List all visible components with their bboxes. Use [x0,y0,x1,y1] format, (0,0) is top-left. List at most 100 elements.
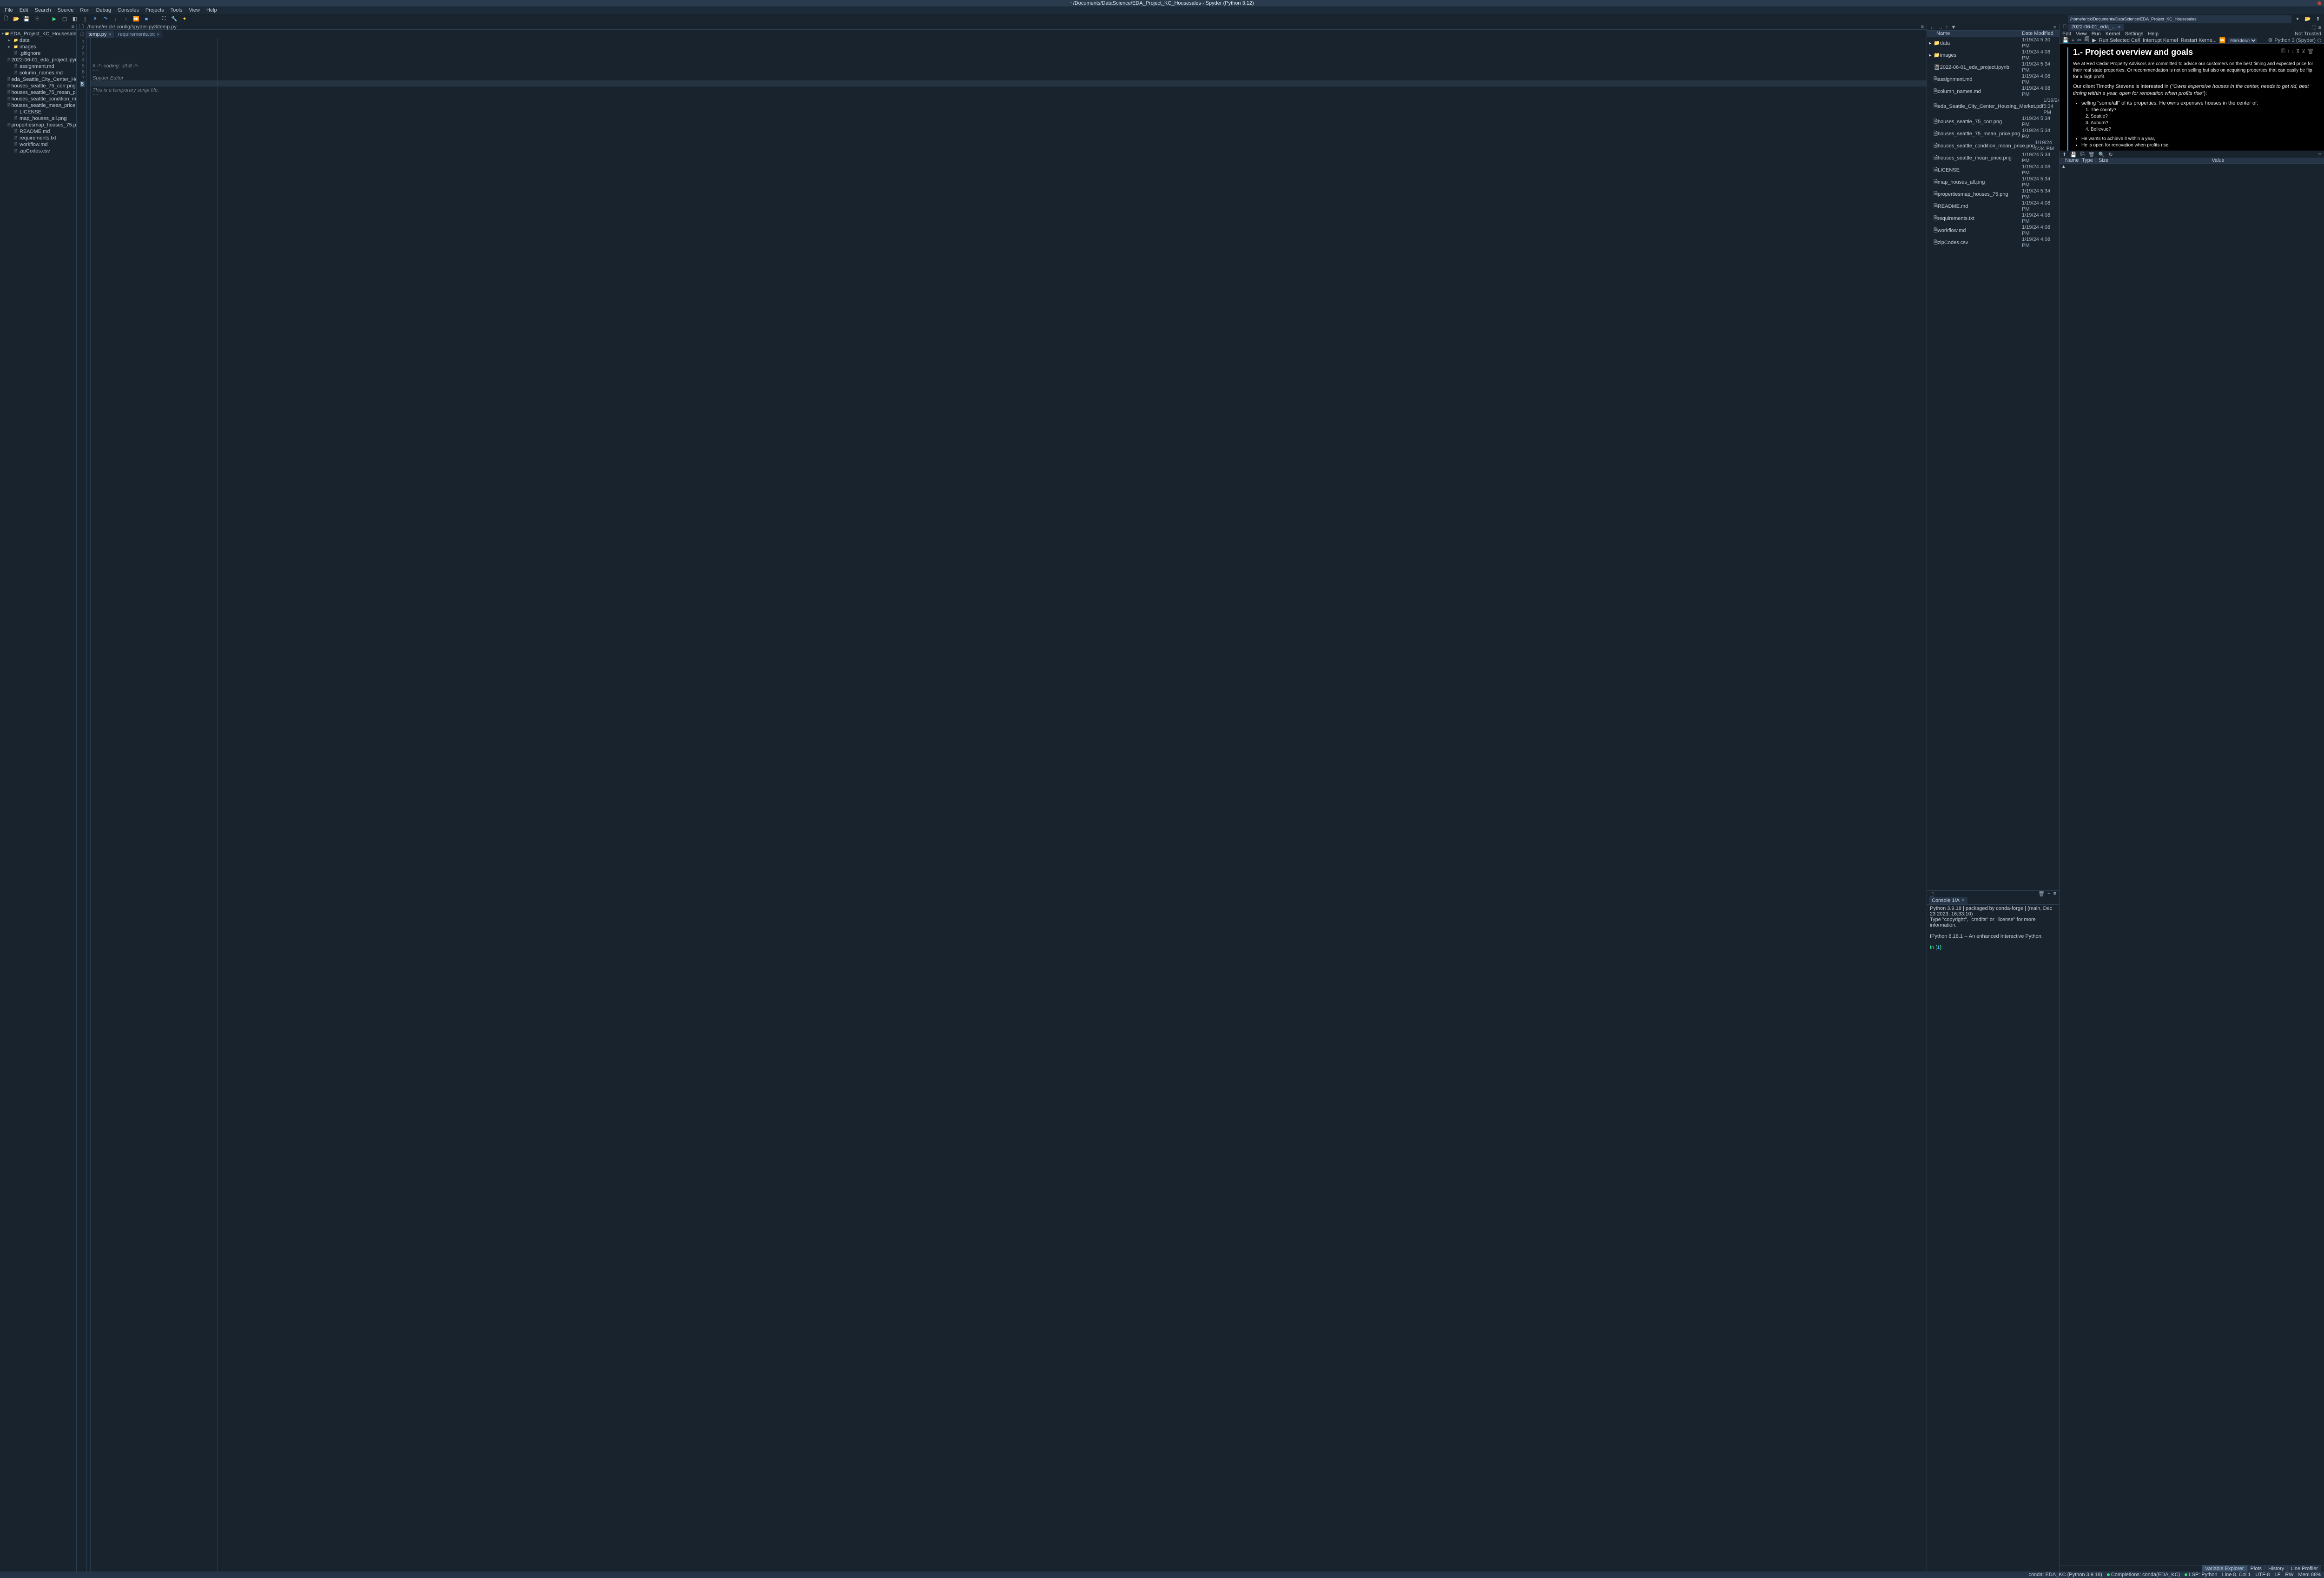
window-close-button[interactable] [2317,1,2321,5]
nb-kernel-name[interactable]: Python 3 (Spyder) [2274,38,2316,43]
file-row[interactable]: 🗎README.md1/19/24 4:08 PM [1927,200,2059,212]
nb-menu-kernel[interactable]: Kernel [2106,31,2120,37]
menu-run[interactable]: Run [77,7,92,13]
status-lsp[interactable]: LSP: Python [2185,1572,2217,1578]
wd-browse-icon[interactable]: 📂 [2304,15,2312,23]
varexp-col-name[interactable]: Name ▴ [2060,158,2079,163]
nb-settings-icon[interactable]: ⚙ [2268,37,2272,43]
project-tree[interactable]: ▾📁EDA_Project_KC_Housesales▸📁data▸📁image… [0,30,76,155]
status-completions[interactable]: Completions: conda(EDA_KC) [2107,1572,2180,1578]
preferences-icon[interactable]: 🔧 [170,15,178,23]
tree-item[interactable]: 🗎houses_seattle_condition_mean_price.png [2,96,74,102]
python-path-icon[interactable]: ✦ [180,15,189,23]
bottom-tab-variable-explorer[interactable]: Variable Explorer [2202,1565,2247,1572]
cell-duplicate-icon[interactable]: ⎘ [2281,48,2285,54]
status-eol[interactable]: LF [2274,1572,2280,1578]
nb-cell-type-select[interactable]: Markdown [2228,38,2257,43]
notebook-pane-options-icon[interactable]: ≡ [2318,25,2321,31]
console-tab[interactable]: Console 1/A✕ [1929,897,1967,904]
bottom-tab-history[interactable]: History [2265,1565,2287,1572]
varexp-search-icon[interactable]: 🔍 [2099,152,2105,158]
nb-interrupt-button[interactable]: Interrupt Kernel [2143,38,2178,43]
file-row[interactable]: 🗎houses_seattle_75_corr.png1/19/24 5:34 … [1927,116,2059,128]
new-file-icon[interactable]: 🗋 [2,15,10,23]
cell-insert-above-icon[interactable]: ⊼ [2296,48,2300,54]
maximize-pane-icon[interactable]: ⛶ [160,15,168,23]
console-tab-close-icon[interactable]: ✕ [1961,898,1965,902]
file-row[interactable]: 🗎assignment.md1/19/24 4:08 PM [1927,73,2059,86]
tree-item[interactable]: 🗎.gitignore [2,50,74,57]
debug-continue-icon[interactable]: ⏩ [132,15,140,23]
editor-tab[interactable]: temp.py✕ [86,31,114,38]
tree-item[interactable]: 🗎workflow.md [2,141,74,148]
status-rw[interactable]: RW [2285,1572,2293,1578]
files-up-icon[interactable]: ↑ [1946,25,1948,30]
files-list[interactable]: ▸📁data1/19/24 5:30 PM▸📁images1/19/24 4:0… [1927,37,2059,890]
varexp-import-icon[interactable]: ⬆ [2062,152,2067,158]
wd-dropdown-icon[interactable]: ▾ [2293,15,2302,23]
file-row[interactable]: 🗎requirements.txt1/19/24 4:08 PM [1927,212,2059,225]
menu-view[interactable]: View [186,7,203,13]
working-directory-input[interactable] [2068,15,2291,23]
code-editor[interactable]: 12345678 # -*- coding: utf-8 -*-"""Spyde… [77,38,1927,1571]
file-row[interactable]: 🗎eda_Seattle_City_Center_Housing_Market.… [1927,98,2059,116]
varexp-refresh-icon[interactable]: ↻ [2108,152,2113,158]
file-row[interactable]: 🗎propertiesmap_houses_75.png1/19/24 5:34… [1927,188,2059,200]
save-all-icon[interactable]: ⎘ [33,15,41,23]
tree-item[interactable]: ▸📁data [2,37,74,44]
bottom-tab-line-profiler[interactable]: Line Profiler [2287,1565,2321,1572]
nb-fastforward-icon[interactable]: ⏩ [2219,37,2226,43]
files-header[interactable]: Name Date Modified [1927,31,2059,37]
console-remove-icon[interactable]: − [2047,891,2050,897]
open-file-icon[interactable]: 📂 [12,15,20,23]
menu-tools[interactable]: Tools [168,7,185,13]
file-row[interactable]: ▸📁data1/19/24 5:30 PM [1927,37,2059,49]
menu-source[interactable]: Source [55,7,77,13]
nb-restart-button[interactable]: Restart Kerne... [2181,38,2217,43]
debug-step-icon[interactable]: ↷ [101,15,110,23]
file-row[interactable]: 🗎houses_seattle_75_mean_price.png1/19/24… [1927,128,2059,140]
console-pane-options-icon[interactable]: ≡ [2053,891,2056,897]
cell-moveup-icon[interactable]: ↑ [2287,48,2290,54]
tree-item[interactable]: 🗎LICENSE [2,109,74,115]
tab-close-icon[interactable]: ✕ [108,33,112,37]
editor-tab-new-icon[interactable]: 🗋 [79,31,86,38]
notebook-tab[interactable]: 2022-06-01_eda_...✕ [2068,24,2124,31]
menu-consoles[interactable]: Consoles [115,7,142,13]
nb-run-icon[interactable]: ▶ [2092,37,2096,43]
files-col-name[interactable]: Name [1927,31,2022,37]
tree-item[interactable]: 🗎houses_seattle_mean_price.png [2,102,74,109]
bottom-tab-plots[interactable]: Plots [2247,1565,2265,1572]
files-pane-options-icon[interactable]: ≡ [2053,25,2056,30]
file-row[interactable]: 🗎houses_seattle_condition_mean_price.png… [1927,140,2059,152]
file-row[interactable]: 📓2022-06-01_eda_project.ipynb1/19/24 5:3… [1927,61,2059,73]
debug-icon[interactable]: ⏵ [91,15,99,23]
status-encoding[interactable]: UTF-8 [2255,1572,2270,1578]
tree-item[interactable]: 🗎propertiesmap_houses_75.png [2,122,74,128]
save-icon[interactable]: 💾 [22,15,31,23]
varexp-saveas-icon[interactable]: ⎘ [2080,152,2085,158]
files-forward-icon[interactable]: → [1938,25,1943,30]
tree-item[interactable]: 🗎houses_seattle_75_corr.png [2,83,74,89]
wd-parent-icon[interactable]: ⬆ [2314,15,2322,23]
tree-item[interactable]: 🗎column_names.md [2,70,74,76]
nb-run-selected-button[interactable]: Run Selected Cell [2099,38,2140,43]
varexp-col-value[interactable]: Value [2113,158,2324,163]
cell-delete-icon[interactable]: 🗑 [2307,48,2314,54]
notebook-markdown-cell[interactable]: ⎘ ↑ ↓ ⊼ ⊻ 🗑 1.- Project overview and goa… [2067,47,2317,151]
nb-menu-edit[interactable]: Edit [2062,31,2071,37]
debug-step-out-icon[interactable]: ↑ [122,15,130,23]
nb-menu-settings[interactable]: Settings [2125,31,2144,37]
status-linecol[interactable]: Line 8, Col 1 [2222,1572,2251,1578]
editor-tab[interactable]: requirements.txt✕ [115,31,163,38]
pane-options-icon[interactable]: ≡ [72,24,74,29]
varexp-col-size[interactable]: Size [2096,158,2113,163]
notebook-maximize-icon[interactable]: ⛶ [2312,25,2316,31]
status-mem[interactable]: Mem 88% [2298,1572,2321,1578]
file-row[interactable]: 🗎LICENSE1/19/24 4:08 PM [1927,164,2059,176]
nb-menu-run[interactable]: Run [2092,31,2101,37]
menu-projects[interactable]: Projects [143,7,167,13]
tab-close-icon[interactable]: ✕ [157,33,160,37]
nb-add-cell-icon[interactable]: + [2072,38,2074,43]
notebook-tab-close-icon[interactable]: ✕ [2118,25,2121,29]
